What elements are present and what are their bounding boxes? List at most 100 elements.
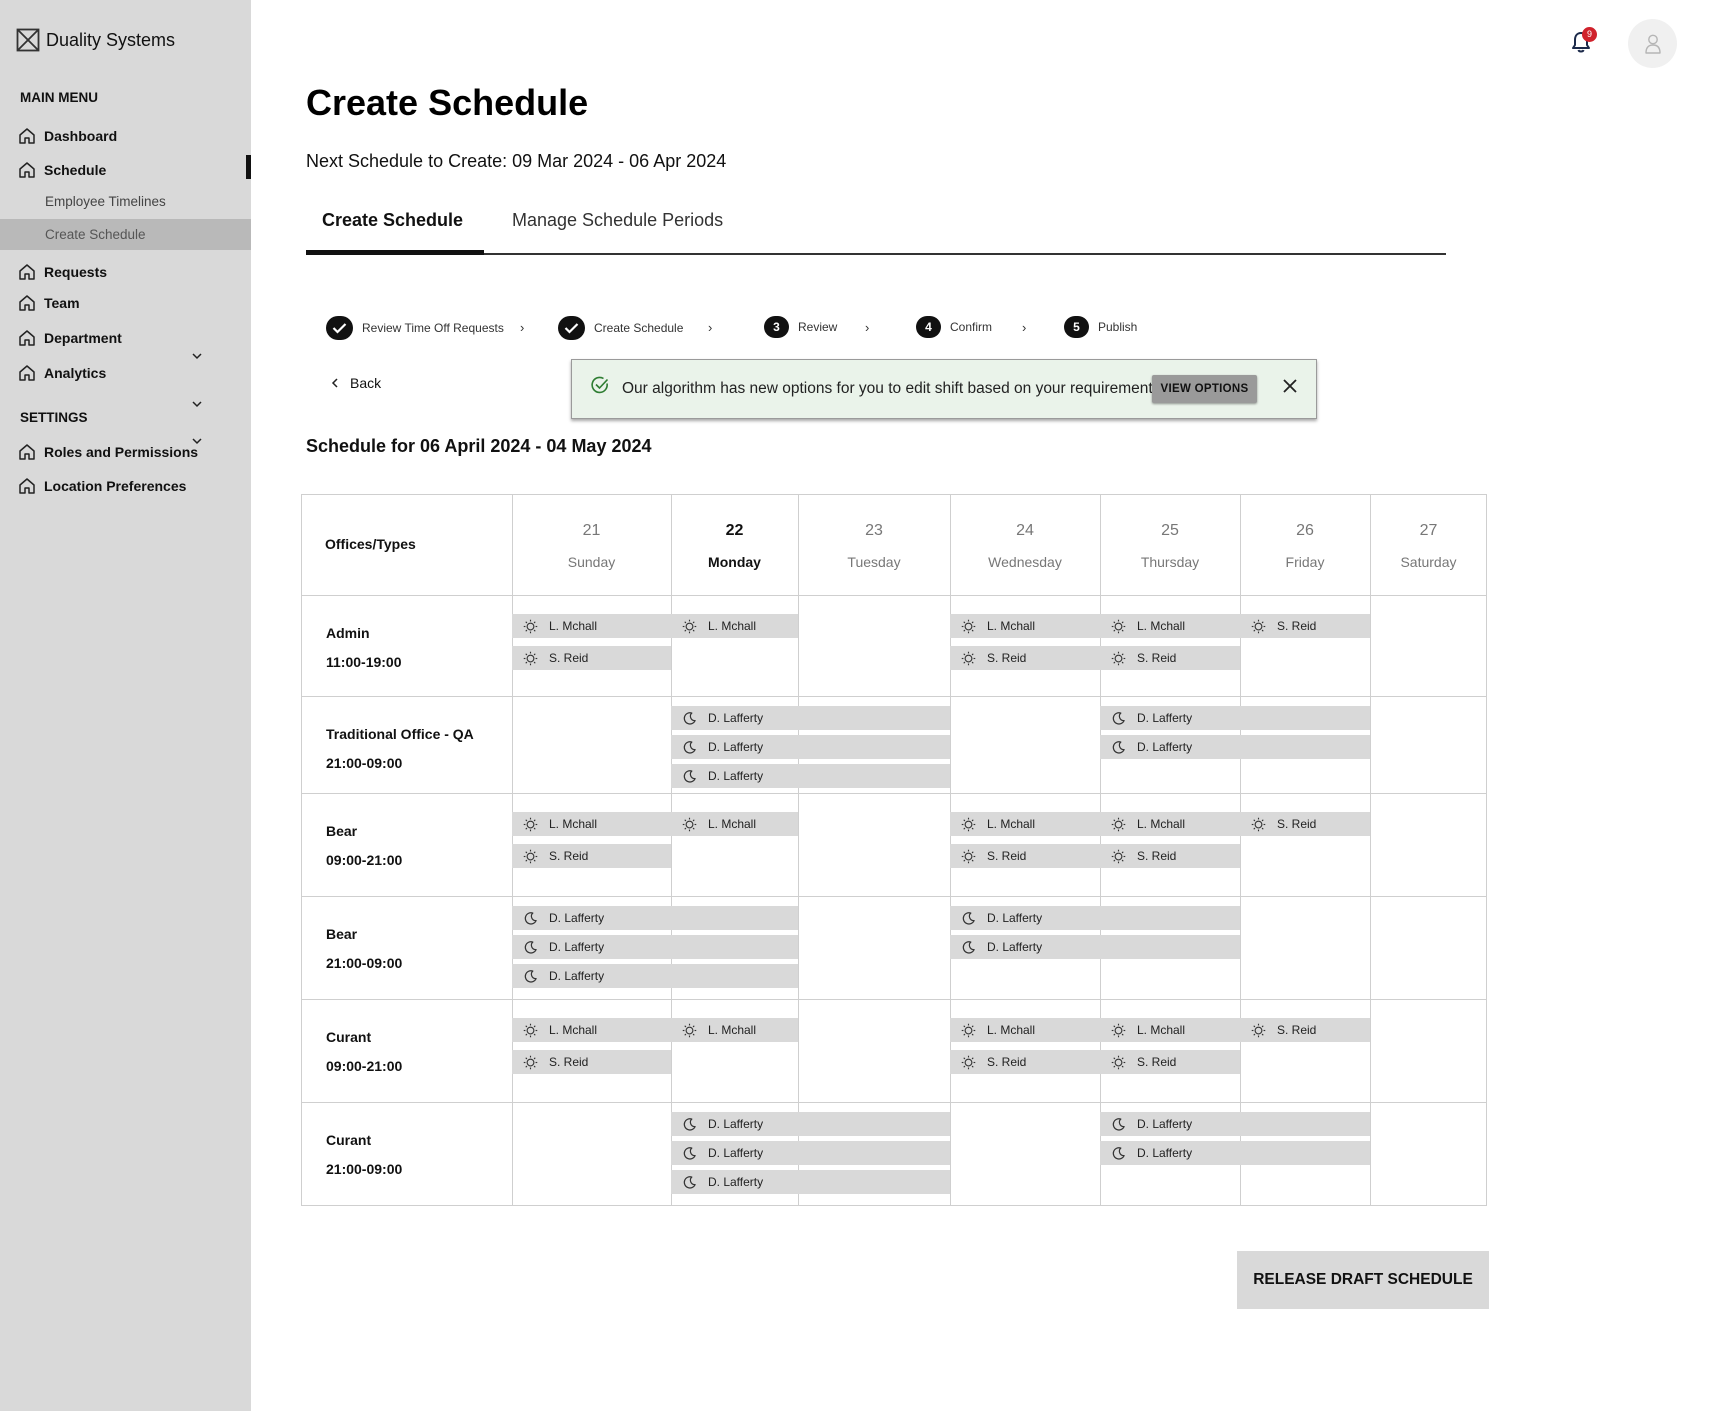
sun-icon [1100, 619, 1137, 634]
day-shift-block[interactable]: L. Mchall [950, 614, 1100, 638]
day-shift-block[interactable]: L. Mchall [671, 812, 798, 836]
night-shift-block[interactable]: D. Lafferty [671, 1141, 950, 1165]
algorithm-toast: Our algorithm has new options for you to… [571, 359, 1317, 419]
home-icon [19, 128, 35, 144]
night-shift-block[interactable]: D. Lafferty [512, 906, 798, 930]
logo-icon [16, 28, 40, 52]
shift-employee-name: L. Mchall [708, 1023, 757, 1037]
sidebar-item-location[interactable]: Location Preferences [18, 477, 186, 495]
day-shift-block[interactable]: S. Reid [1100, 1050, 1240, 1074]
office-hours: 21:00-09:00 [326, 755, 403, 771]
day-shift-block[interactable]: S. Reid [950, 646, 1100, 670]
step-create-schedule[interactable]: Create Schedule [558, 316, 683, 340]
chevron-down-icon[interactable] [190, 434, 204, 448]
day-shift-block[interactable]: L. Mchall [1100, 812, 1240, 836]
day-shift-block[interactable]: S. Reid [1240, 812, 1370, 836]
moon-icon [1100, 1146, 1137, 1161]
brand-name: Duality Systems [46, 29, 176, 50]
shift-employee-name: D. Lafferty [549, 911, 605, 925]
sidebar-item-department[interactable]: Department [18, 329, 122, 347]
day-shift-block[interactable]: L. Mchall [671, 1018, 798, 1042]
step-review[interactable]: 3 Review [764, 316, 837, 338]
night-shift-block[interactable]: D. Lafferty [671, 706, 950, 730]
day-shift-block[interactable]: S. Reid [1240, 1018, 1370, 1042]
sidebar-item-employee-timelines[interactable]: Employee Timelines [45, 194, 166, 209]
tabs: Create Schedule Manage Schedule Periods [306, 210, 1446, 255]
night-shift-block[interactable]: D. Lafferty [950, 906, 1240, 930]
shift-employee-name: D. Lafferty [987, 911, 1043, 925]
office-name: Curant [326, 1029, 372, 1045]
chevron-down-icon[interactable] [190, 349, 204, 363]
office-name: Bear [326, 926, 358, 942]
shift-employee-name: L. Mchall [987, 817, 1036, 831]
day-shift-block[interactable]: L. Mchall [671, 614, 798, 638]
night-shift-block[interactable]: D. Lafferty [950, 935, 1240, 959]
step-confirm[interactable]: 4 Confirm [916, 316, 992, 338]
day-shift-block[interactable]: S. Reid [1100, 844, 1240, 868]
shift-employee-name: D. Lafferty [708, 1117, 764, 1131]
avatar[interactable] [1628, 19, 1677, 68]
office-hours: 09:00-21:00 [326, 852, 403, 868]
tab-create-schedule[interactable]: Create Schedule [322, 210, 463, 231]
shift-employee-name: L. Mchall [708, 817, 757, 831]
day-shift-block[interactable]: S. Reid [512, 1050, 671, 1074]
view-options-button[interactable]: VIEW OPTIONS [1152, 375, 1257, 403]
sidebar-item-roles[interactable]: Roles and Permissions [18, 443, 198, 461]
day-shift-block[interactable]: L. Mchall [1100, 614, 1240, 638]
step-review-time-off[interactable]: Review Time Off Requests [326, 316, 504, 340]
night-shift-block[interactable]: D. Lafferty [512, 964, 798, 988]
close-icon[interactable] [1281, 377, 1299, 395]
day-shift-block[interactable]: S. Reid [950, 1050, 1100, 1074]
night-shift-block[interactable]: D. Lafferty [1100, 735, 1370, 759]
night-shift-block[interactable]: D. Lafferty [1100, 1112, 1370, 1136]
sun-icon [671, 1023, 708, 1038]
tab-manage-schedule-periods[interactable]: Manage Schedule Periods [512, 210, 723, 231]
day-number: 25 [1161, 522, 1179, 539]
shift-employee-name: L. Mchall [708, 619, 757, 633]
day-shift-block[interactable]: S. Reid [1100, 646, 1240, 670]
step-number: 3 [764, 316, 789, 338]
night-shift-block[interactable]: D. Lafferty [1100, 1141, 1370, 1165]
sidebar-item-analytics[interactable]: Analytics [18, 364, 106, 382]
day-name: Friday [1285, 554, 1325, 570]
night-shift-block[interactable]: D. Lafferty [671, 735, 950, 759]
night-shift-block[interactable]: D. Lafferty [671, 1112, 950, 1136]
night-shift-block[interactable]: D. Lafferty [671, 764, 950, 788]
sidebar-item-requests[interactable]: Requests [18, 263, 107, 281]
day-shift-block[interactable]: L. Mchall [1100, 1018, 1240, 1042]
active-tab-underline [306, 250, 484, 255]
day-shift-block[interactable]: S. Reid [512, 646, 671, 670]
day-shift-block[interactable]: L. Mchall [950, 1018, 1100, 1042]
shift-employee-name: L. Mchall [987, 619, 1036, 633]
check-circle-icon [326, 316, 353, 340]
brand[interactable]: Duality Systems [16, 28, 175, 52]
sun-icon [1240, 1023, 1277, 1038]
shift-employee-name: D. Lafferty [1137, 711, 1193, 725]
night-shift-block[interactable]: D. Lafferty [1100, 706, 1370, 730]
office-hours: 21:00-09:00 [326, 955, 403, 971]
night-shift-block[interactable]: D. Lafferty [512, 935, 798, 959]
sun-icon [950, 849, 987, 864]
grid-row-line [301, 793, 1487, 794]
shift-employee-name: S. Reid [1137, 849, 1177, 863]
release-draft-schedule-button[interactable]: RELEASE DRAFT SCHEDULE [1237, 1251, 1489, 1309]
moon-icon [671, 711, 708, 726]
day-shift-block[interactable]: S. Reid [512, 844, 671, 868]
day-shift-block[interactable]: L. Mchall [512, 1018, 671, 1042]
day-shift-block[interactable]: L. Mchall [950, 812, 1100, 836]
sidebar-item-team[interactable]: Team [18, 294, 80, 312]
sidebar-item-dashboard[interactable]: Dashboard [18, 127, 117, 145]
night-shift-block[interactable]: D. Lafferty [671, 1170, 950, 1194]
day-shift-block[interactable]: L. Mchall [512, 614, 671, 638]
step-publish[interactable]: 5 Publish [1064, 316, 1137, 338]
day-shift-block[interactable]: L. Mchall [512, 812, 671, 836]
chevron-down-icon[interactable] [190, 397, 204, 411]
home-icon [19, 330, 35, 346]
step-label: Review Time Off Requests [362, 321, 504, 335]
day-shift-block[interactable]: S. Reid [950, 844, 1100, 868]
day-shift-block[interactable]: S. Reid [1240, 614, 1370, 638]
sidebar-item-schedule[interactable]: Schedule [18, 161, 106, 179]
day-header: 23 Tuesday [798, 522, 950, 570]
sidebar-item-create-schedule[interactable]: Create Schedule [0, 219, 251, 250]
back-button[interactable]: Back [330, 375, 381, 391]
